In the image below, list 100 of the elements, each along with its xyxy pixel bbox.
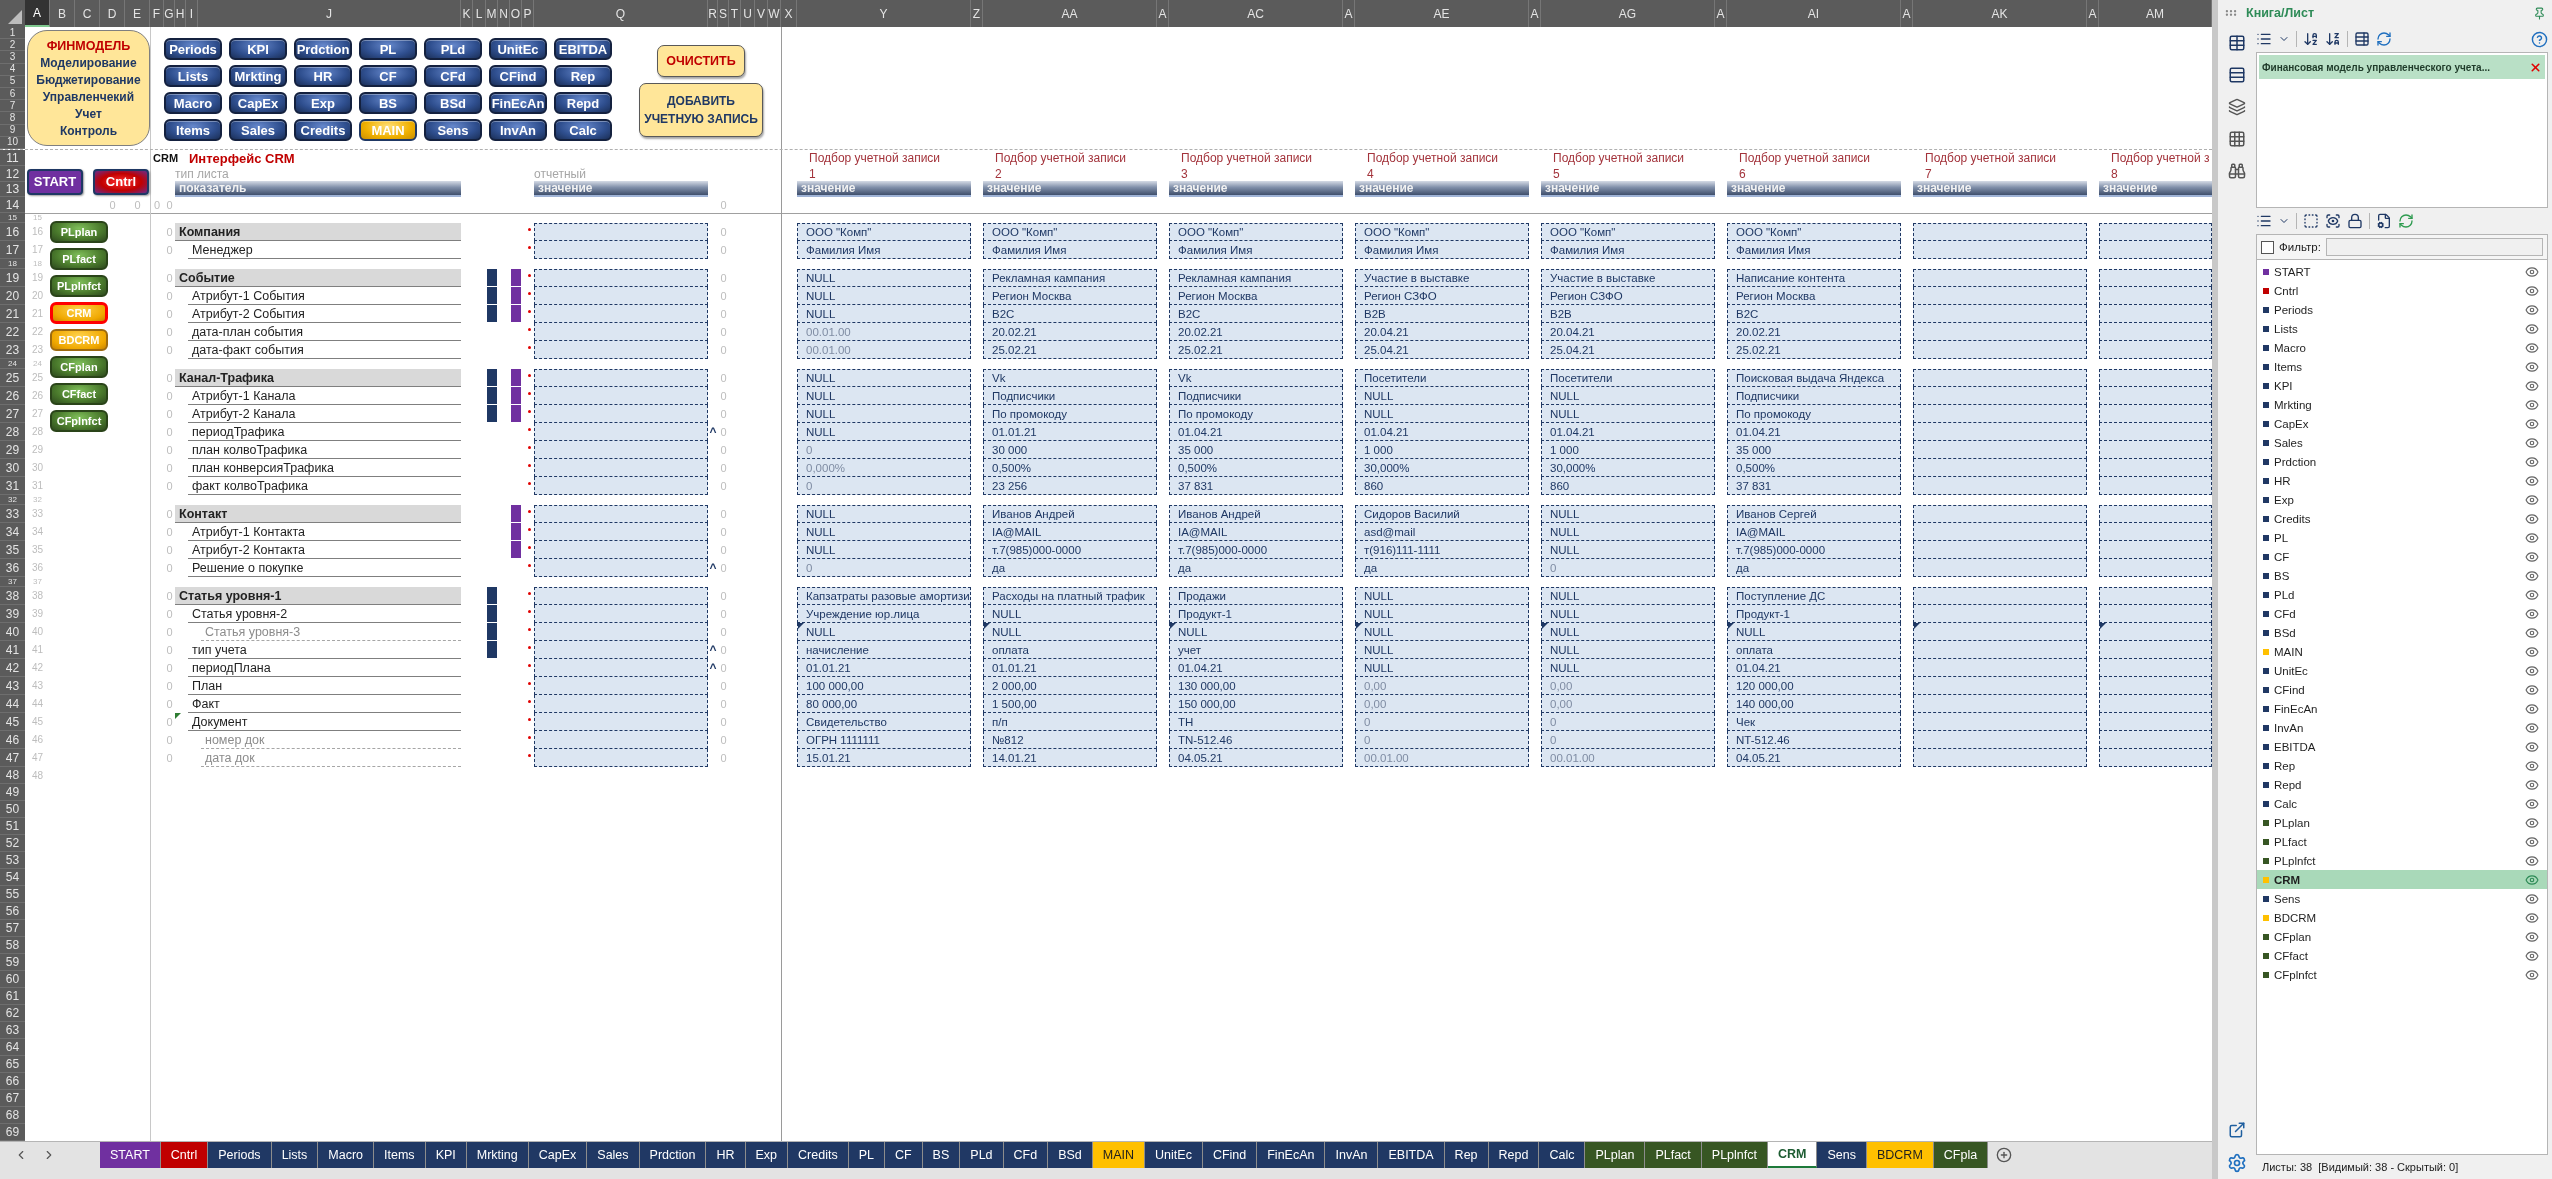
record-cell[interactable]: 20.02.21 — [1727, 323, 1901, 341]
row-header[interactable]: 7 — [0, 100, 25, 113]
record-cell[interactable]: Поступление ДС — [1727, 587, 1901, 605]
sheet-nav-button[interactable]: Periods — [164, 38, 222, 60]
sheet-list-item[interactable]: Rep — [2257, 756, 2547, 775]
record-cell[interactable]: Продукт-1 — [1169, 605, 1343, 623]
sheet-list-item[interactable]: Items — [2257, 357, 2547, 376]
record-cell[interactable]: 2 000,00 — [983, 677, 1157, 695]
record-cell[interactable]: NULL — [1541, 659, 1715, 677]
record-cell[interactable]: 30 000 — [983, 441, 1157, 459]
sheet-nav-button[interactable]: InvAn — [489, 119, 547, 141]
record-cell[interactable]: ОГРН 1111111 — [797, 731, 971, 749]
record-cell[interactable]: NULL — [1541, 541, 1715, 559]
sheet-list-item[interactable]: PLd — [2257, 585, 2547, 604]
value-cell[interactable] — [534, 749, 708, 767]
row-header[interactable]: 63 — [0, 1022, 25, 1039]
filter-input[interactable] — [2325, 238, 2543, 256]
sheet-list-item[interactable]: PLplnfct — [2257, 851, 2547, 870]
record-cell[interactable]: 01.04.21 — [1541, 423, 1715, 441]
eye-icon[interactable] — [2525, 720, 2539, 735]
sheet-nav-button[interactable]: Prdction — [294, 38, 352, 60]
sheet-nav-button[interactable]: CFplnfct — [50, 410, 108, 432]
record-cell[interactable]: Рекламная кампания — [983, 269, 1157, 287]
eye-icon[interactable] — [2525, 663, 2539, 678]
record-cell[interactable]: NULL — [1541, 387, 1715, 405]
record-cell[interactable] — [1913, 441, 2087, 459]
row-header[interactable]: 66 — [0, 1073, 25, 1090]
value-cell[interactable] — [534, 459, 708, 477]
sheet-tab[interactable]: PLd — [960, 1142, 1004, 1168]
sheet-tab[interactable]: HR — [706, 1142, 746, 1168]
sheet-list-item[interactable]: HR — [2257, 471, 2547, 490]
sheet-nav-button[interactable]: Repd — [554, 92, 612, 114]
sheet-list-item[interactable]: Repd — [2257, 775, 2547, 794]
record-cell[interactable]: NULL — [1727, 623, 1901, 641]
value-cell[interactable] — [534, 441, 708, 459]
record-cell[interactable]: 23 256 — [983, 477, 1157, 495]
row-header[interactable]: 34 — [0, 523, 25, 541]
eye-icon[interactable] — [2525, 359, 2539, 374]
value-cell[interactable] — [534, 713, 708, 731]
record-cell[interactable]: 860 — [1541, 477, 1715, 495]
sheet-nav-button[interactable]: Items — [164, 119, 222, 141]
record-cell[interactable]: Учреждение юр.лица — [797, 605, 971, 623]
row-header[interactable]: 9 — [0, 124, 25, 137]
sheet-list-item[interactable]: Macro — [2257, 338, 2547, 357]
record-cell[interactable]: NULL — [797, 269, 971, 287]
record-cell[interactable]: да — [983, 559, 1157, 577]
record-cell[interactable]: 0,500% — [1727, 459, 1901, 477]
row-header[interactable]: 10 — [0, 136, 25, 150]
record-cell[interactable] — [2099, 605, 2212, 623]
record-cell[interactable] — [2099, 405, 2212, 423]
record-cell[interactable]: IA@MAIL — [983, 523, 1157, 541]
sheet-tab[interactable]: Rep — [1444, 1142, 1489, 1168]
eye-icon[interactable] — [2525, 397, 2539, 412]
record-cell[interactable]: B2B — [1355, 305, 1529, 323]
eye-icon[interactable] — [2525, 321, 2539, 336]
sheet-nav-button[interactable]: PLd — [424, 38, 482, 60]
record-cell[interactable]: Сидоров Василий — [1355, 505, 1529, 523]
close-icon[interactable] — [2529, 60, 2542, 74]
sheet-nav-button[interactable]: KPI — [229, 38, 287, 60]
record-cell[interactable]: да — [1727, 559, 1901, 577]
record-cell[interactable]: 01.04.21 — [1727, 423, 1901, 441]
sheet-tab[interactable]: CFd — [1003, 1142, 1049, 1168]
row-header[interactable]: 61 — [0, 988, 25, 1005]
record-cell[interactable]: NULL — [797, 305, 971, 323]
record-cell[interactable]: 30,000% — [1541, 459, 1715, 477]
row-header[interactable]: 22 — [0, 323, 25, 341]
eye-icon[interactable] — [2525, 511, 2539, 526]
record-cell[interactable]: Продажи — [1169, 587, 1343, 605]
value-cell[interactable] — [534, 387, 708, 405]
record-cell[interactable]: Рекламная кампания — [1169, 269, 1343, 287]
record-cell[interactable]: NULL — [1541, 641, 1715, 659]
eye-icon[interactable] — [2525, 378, 2539, 393]
sheet-nav-button[interactable]: CF — [359, 65, 417, 87]
row-header[interactable]: 13 — [0, 182, 25, 197]
value-cell[interactable] — [534, 223, 708, 241]
sort-descending-icon[interactable] — [2325, 31, 2341, 47]
sheet-list-item[interactable]: Calc — [2257, 794, 2547, 813]
eye-icon[interactable] — [2525, 340, 2539, 355]
record-cell[interactable]: 20.02.21 — [1169, 323, 1343, 341]
record-cell[interactable]: 100 000,00 — [797, 677, 971, 695]
sheet-tab[interactable]: PLfact — [1645, 1142, 1702, 1168]
row-header[interactable]: 30 — [0, 459, 25, 477]
record-cell[interactable]: Vk — [1169, 369, 1343, 387]
record-cell[interactable]: т(916)111-1111 — [1355, 541, 1529, 559]
sheet-list-item[interactable]: CFplan — [2257, 927, 2547, 946]
record-cell[interactable]: 25.04.21 — [1355, 341, 1529, 359]
lock-icon[interactable] — [2347, 213, 2363, 229]
value-cell[interactable] — [534, 641, 708, 659]
start-button[interactable]: START — [27, 168, 83, 195]
record-cell[interactable] — [1913, 477, 2087, 495]
record-cell[interactable] — [2099, 541, 2212, 559]
row-header[interactable]: 47 — [0, 749, 25, 767]
record-cell[interactable] — [1913, 287, 2087, 305]
row-header[interactable]: 42 — [0, 659, 25, 677]
sheet-tab[interactable]: Prdction — [639, 1142, 707, 1168]
row-header[interactable]: 65 — [0, 1056, 25, 1073]
record-cell[interactable]: 01.04.21 — [1169, 423, 1343, 441]
sheet-list-item[interactable]: BDCRM — [2257, 908, 2547, 927]
record-cell[interactable]: 80 000,00 — [797, 695, 971, 713]
value-cell[interactable] — [534, 523, 708, 541]
